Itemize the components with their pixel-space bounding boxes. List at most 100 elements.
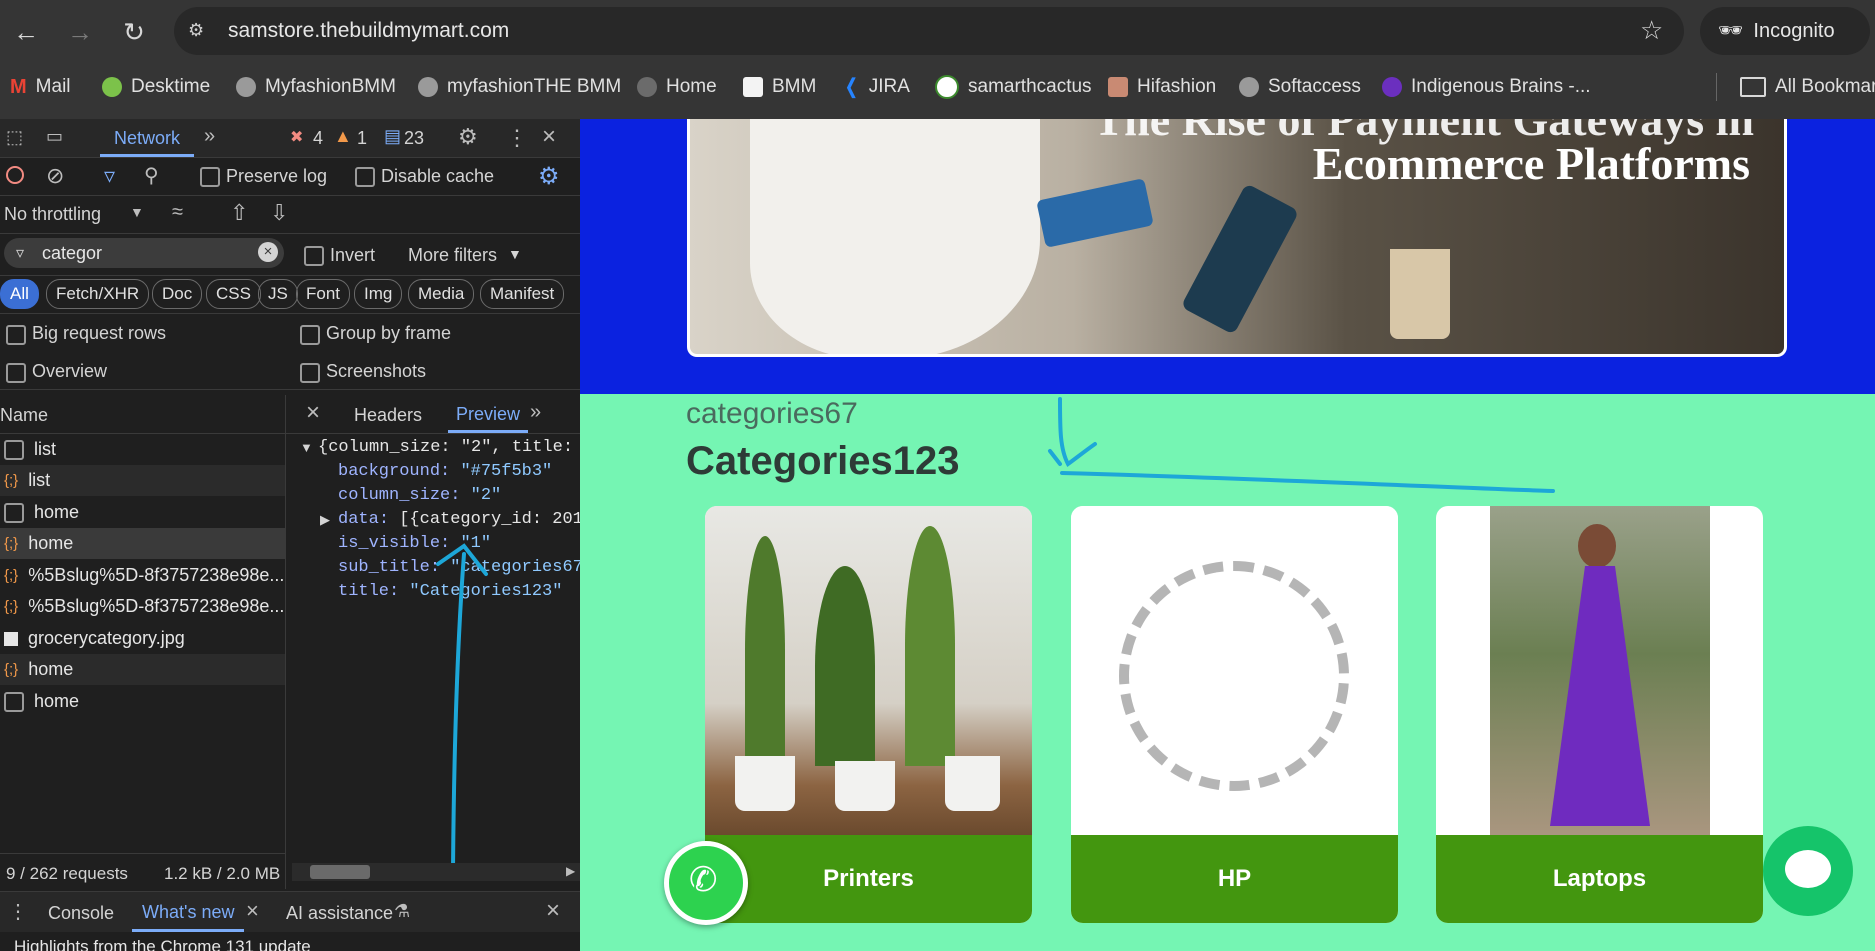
category-card-laptops[interactable]: Laptops: [1436, 506, 1763, 923]
bookmark-star-icon[interactable]: ☆: [1640, 15, 1663, 46]
request-row[interactable]: grocerycategory.jpg: [0, 623, 285, 654]
category-label[interactable]: Printers: [705, 835, 1032, 923]
big-request-rows-checkbox[interactable]: [6, 325, 26, 345]
inspect-element-icon[interactable]: ⬚: [6, 127, 23, 148]
close-drawer-icon[interactable]: ×: [546, 897, 560, 925]
upload-har-icon[interactable]: ⇧: [230, 200, 248, 226]
invert-checkbox[interactable]: [304, 246, 324, 266]
more-tabs-icon[interactable]: »: [204, 125, 215, 148]
drawer-menu-icon[interactable]: ⋮: [8, 899, 28, 924]
bookmark-bmm[interactable]: BMM: [743, 63, 816, 111]
bookmark-home[interactable]: Home: [637, 63, 717, 111]
overview-checkbox[interactable]: [6, 363, 26, 383]
name-column-header[interactable]: Name: [0, 395, 285, 434]
bookmark-label: Indigenous Brains -...: [1411, 76, 1591, 97]
filter-pill-font[interactable]: Font: [296, 279, 351, 309]
plant-leaf: [905, 526, 955, 766]
back-icon[interactable]: ←: [6, 12, 46, 52]
message-count[interactable]: 23: [404, 128, 424, 149]
request-row-selected[interactable]: {;} home: [0, 528, 285, 559]
group-by-frame-checkbox[interactable]: [300, 325, 320, 345]
filter-pill-img[interactable]: Img: [354, 279, 403, 309]
clear-icon[interactable]: ⊘: [46, 163, 64, 189]
preserve-log-checkbox[interactable]: [200, 167, 220, 187]
more-filters-button[interactable]: More filters: [408, 245, 497, 266]
error-count[interactable]: 4: [313, 128, 323, 149]
request-row[interactable]: {;} list: [0, 465, 285, 496]
filter-input[interactable]: ▿ categor ×: [4, 238, 284, 268]
forward-icon[interactable]: →: [60, 12, 100, 52]
warning-icon[interactable]: ▲: [334, 126, 352, 147]
request-row[interactable]: {;} home: [0, 654, 285, 685]
request-row[interactable]: {;} %5Bslug%5D-8f3757238e98e...: [0, 560, 285, 591]
disable-cache-checkbox[interactable]: [355, 167, 375, 187]
filter-pill-fetch-xhr[interactable]: Fetch/XHR: [46, 279, 150, 309]
filter-toolbar: ▿ categor × Invert More filters ▼: [0, 233, 580, 276]
bookmark-indigenous-brains[interactable]: Indigenous Brains -...: [1382, 63, 1591, 111]
close-detail-icon[interactable]: ×: [306, 399, 320, 427]
filter-pill-manifest[interactable]: Manifest: [480, 279, 565, 309]
horizontal-scrollbar[interactable]: ▶: [292, 863, 580, 881]
record-icon[interactable]: [6, 166, 24, 184]
bookmark-jira[interactable]: ❬ JIRA: [843, 63, 910, 111]
request-row[interactable]: home: [0, 497, 285, 528]
reload-icon[interactable]: ↻: [114, 12, 154, 52]
clear-filter-icon[interactable]: ×: [258, 242, 278, 262]
incognito-badge[interactable]: 🕶 Incognito: [1700, 7, 1870, 55]
whatsapp-button[interactable]: ✆: [664, 841, 748, 925]
filter-pill-js[interactable]: JS: [258, 279, 298, 309]
chevron-down-icon[interactable]: ▼: [130, 204, 144, 220]
request-row[interactable]: {;} %5Bslug%5D-8f3757238e98e...: [0, 591, 285, 622]
search-icon[interactable]: ⚲: [144, 163, 159, 188]
filter-pill-all[interactable]: All: [0, 279, 39, 309]
bookmark-desktime[interactable]: Desktime: [102, 63, 210, 111]
all-bookmarks-button[interactable]: All Bookmar: [1740, 63, 1875, 111]
request-row[interactable]: home: [0, 686, 285, 717]
tab-headers[interactable]: Headers: [354, 405, 422, 426]
network-conditions-icon[interactable]: ≈: [172, 201, 183, 224]
kebab-menu-icon[interactable]: ⋮: [506, 125, 528, 151]
download-har-icon[interactable]: ⇩: [270, 200, 288, 226]
scrollbar-thumb[interactable]: [310, 865, 370, 879]
scroll-right-icon[interactable]: ▶: [566, 864, 575, 878]
filter-pill-css[interactable]: CSS: [206, 279, 261, 309]
filter-input-value[interactable]: categor: [42, 243, 102, 264]
tab-console[interactable]: Console: [48, 903, 114, 924]
banner-image[interactable]: The Rise of Payment Gateways in Ecommerc…: [687, 119, 1787, 357]
bookmark-hifashion[interactable]: Hifashion: [1108, 63, 1216, 111]
request-row[interactable]: list: [0, 434, 285, 465]
more-detail-tabs-icon[interactable]: »: [530, 401, 541, 424]
close-tab-icon[interactable]: ×: [246, 898, 259, 924]
tab-ai-assistance[interactable]: AI assistance: [286, 903, 393, 924]
bookmark-myfashionbmm[interactable]: MyfashionBMM: [236, 63, 396, 111]
network-settings-icon[interactable]: ⚙: [538, 162, 560, 191]
throttling-select[interactable]: No throttling: [4, 204, 101, 225]
bookmark-samarthcactus[interactable]: samarthcactus: [935, 63, 1092, 111]
filter-funnel-icon[interactable]: ▿: [104, 163, 115, 189]
category-card-printers[interactable]: Printers: [705, 506, 1032, 923]
error-icon[interactable]: ✖: [290, 127, 303, 147]
bookmark-mail[interactable]: M Mail: [10, 63, 71, 111]
screenshots-checkbox[interactable]: [300, 363, 320, 383]
category-card-hp[interactable]: HP: [1071, 506, 1398, 923]
filter-pill-media[interactable]: Media: [408, 279, 475, 309]
message-icon[interactable]: ▤: [384, 126, 401, 147]
filter-pill-doc[interactable]: Doc: [152, 279, 203, 309]
chevron-down-icon[interactable]: ▼: [508, 246, 522, 262]
site-info-icon[interactable]: ⚙: [188, 20, 210, 42]
plants-image: [705, 506, 1032, 835]
tab-preview[interactable]: Preview: [448, 395, 529, 433]
warning-count[interactable]: 1: [357, 128, 367, 149]
tab-whats-new[interactable]: What's new: [132, 892, 245, 932]
address-bar[interactable]: ⚙ samstore.thebuildmymart.com ☆: [174, 7, 1684, 55]
tab-network[interactable]: Network: [100, 119, 195, 157]
bookmark-myfashion-the-bmm[interactable]: myfashionTHE BMM: [418, 63, 621, 111]
category-label[interactable]: HP: [1071, 835, 1398, 923]
bookmark-softaccess[interactable]: Softaccess: [1239, 63, 1361, 111]
device-toolbar-icon[interactable]: ▭: [46, 126, 63, 147]
settings-gear-icon[interactable]: ⚙: [458, 124, 478, 150]
chat-widget-button[interactable]: [1763, 826, 1853, 916]
url-text[interactable]: samstore.thebuildmymart.com: [228, 7, 509, 55]
category-label[interactable]: Laptops: [1436, 835, 1763, 923]
close-devtools-icon[interactable]: ×: [542, 123, 556, 151]
